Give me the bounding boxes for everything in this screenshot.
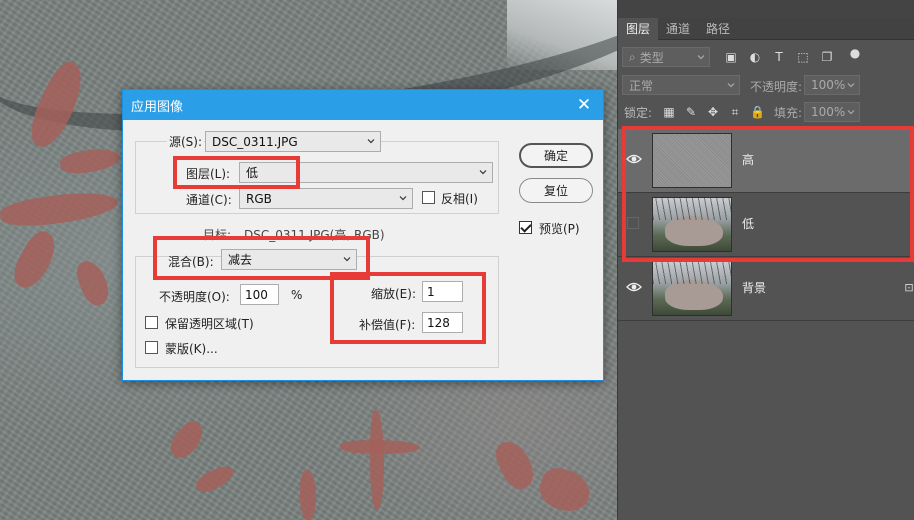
preview-checkbox[interactable] (519, 221, 532, 234)
preserve-transparency-label: 保留透明区域(T) (165, 317, 254, 331)
layer-thumbnail (652, 261, 732, 316)
calligraphy-stroke (193, 461, 237, 497)
panel-opacity-input[interactable]: 100% (804, 75, 860, 95)
opacity-value: 100 (245, 287, 268, 302)
ok-button[interactable]: 确定 (519, 143, 593, 168)
chevron-down-icon (847, 110, 855, 115)
layer-row-background[interactable]: 背景 ⊡ (618, 257, 914, 321)
calligraphy-stroke (535, 464, 595, 516)
channel-select[interactable]: RGB (239, 188, 413, 209)
panel-top-strip (618, 0, 914, 18)
lock-image-icon[interactable]: ✎ (684, 105, 698, 119)
mask-checkbox[interactable] (145, 341, 158, 354)
tab-paths[interactable]: 路径 (698, 18, 738, 40)
search-icon: ⌕ (629, 49, 636, 64)
chevron-down-icon (727, 83, 735, 88)
panel-opacity-label: 不透明度: (750, 80, 803, 94)
opacity-unit: % (291, 288, 303, 302)
reset-button-label: 复位 (543, 184, 568, 198)
calligraphy-stroke (300, 470, 316, 520)
blend-mode-value: 正常 (629, 78, 654, 93)
calligraphy-stroke (164, 416, 210, 464)
calligraphy-stroke (58, 144, 122, 178)
source-value: DSC_0311.JPG (212, 134, 298, 149)
ok-button-label: 确定 (543, 149, 568, 163)
highlight-box-layers (622, 126, 914, 262)
dialog-titlebar[interactable]: 应用图像 (123, 90, 603, 120)
channel-label: 通道(C): (186, 193, 232, 207)
adjustment-filter-icon[interactable]: ◐ (748, 50, 762, 64)
chevron-down-icon (367, 139, 375, 144)
layer-filter-value: 类型 (639, 50, 664, 65)
fill-value: 100% (811, 105, 846, 119)
opacity-label: 不透明度(O): (159, 290, 230, 304)
type-filter-icon[interactable]: T (772, 50, 786, 64)
tab-layers[interactable]: 图层 (618, 18, 659, 40)
layer-filter-select[interactable]: ⌕ 类型 (622, 47, 710, 67)
chevron-down-icon (697, 55, 705, 60)
chevron-down-icon (399, 196, 407, 201)
panel-opacity-value: 100% (811, 78, 846, 92)
lock-all-icon[interactable]: 🔒 (750, 105, 765, 119)
filter-toggle-icon[interactable]: ● (848, 46, 862, 60)
chevron-down-icon (847, 83, 855, 88)
lock-icon: ⊡ (904, 281, 914, 294)
calligraphy-stroke (0, 186, 120, 232)
source-label: 源(S): (167, 133, 205, 150)
eye-icon[interactable] (626, 281, 642, 293)
preview-label: 预览(P) (539, 222, 580, 236)
reset-button[interactable]: 复位 (519, 178, 593, 203)
fill-input[interactable]: 100% (804, 102, 860, 122)
opacity-input[interactable]: 100 (240, 284, 279, 305)
shape-filter-icon[interactable]: ⬚ (796, 50, 810, 64)
layer-name: 背景 (742, 281, 767, 295)
calligraphy-stroke (72, 256, 114, 310)
blend-mode-select[interactable]: 正常 (622, 75, 740, 95)
lock-label: 锁定: (624, 106, 653, 120)
invert-checkbox[interactable] (422, 191, 435, 204)
channel-value: RGB (246, 191, 272, 206)
tab-channels[interactable]: 通道 (658, 18, 698, 40)
fill-label: 填充: (774, 106, 803, 120)
panel-tabs: 图层 通道 路径 (618, 18, 914, 40)
chevron-down-icon (479, 170, 487, 175)
dialog-title: 应用图像 (131, 99, 184, 115)
image-filter-icon[interactable]: ▣ (724, 50, 738, 64)
source-select[interactable]: DSC_0311.JPG (205, 131, 381, 152)
calligraphy-stroke (370, 410, 384, 510)
highlight-box-layer (173, 156, 300, 189)
calligraphy-stroke (490, 436, 540, 494)
lock-position-icon[interactable]: ✥ (706, 105, 720, 119)
lock-artboard-icon[interactable]: ⌗ (728, 105, 742, 119)
smart-object-filter-icon[interactable]: ❐ (820, 50, 834, 64)
mask-label: 蒙版(K)... (165, 342, 218, 356)
lock-transparent-icon[interactable]: ▦ (662, 105, 676, 119)
preserve-transparency-checkbox[interactable] (145, 316, 158, 329)
close-icon[interactable]: ✕ (575, 96, 593, 114)
layers-panel: 图层 通道 路径 ⌕ 类型 ▣ ◐ T ⬚ ❐ ● 正常 不透明度: 100% … (617, 0, 914, 520)
invert-label: 反相(I) (441, 192, 478, 206)
calligraphy-stroke (7, 226, 63, 294)
highlight-box-scale-offset (330, 272, 486, 344)
